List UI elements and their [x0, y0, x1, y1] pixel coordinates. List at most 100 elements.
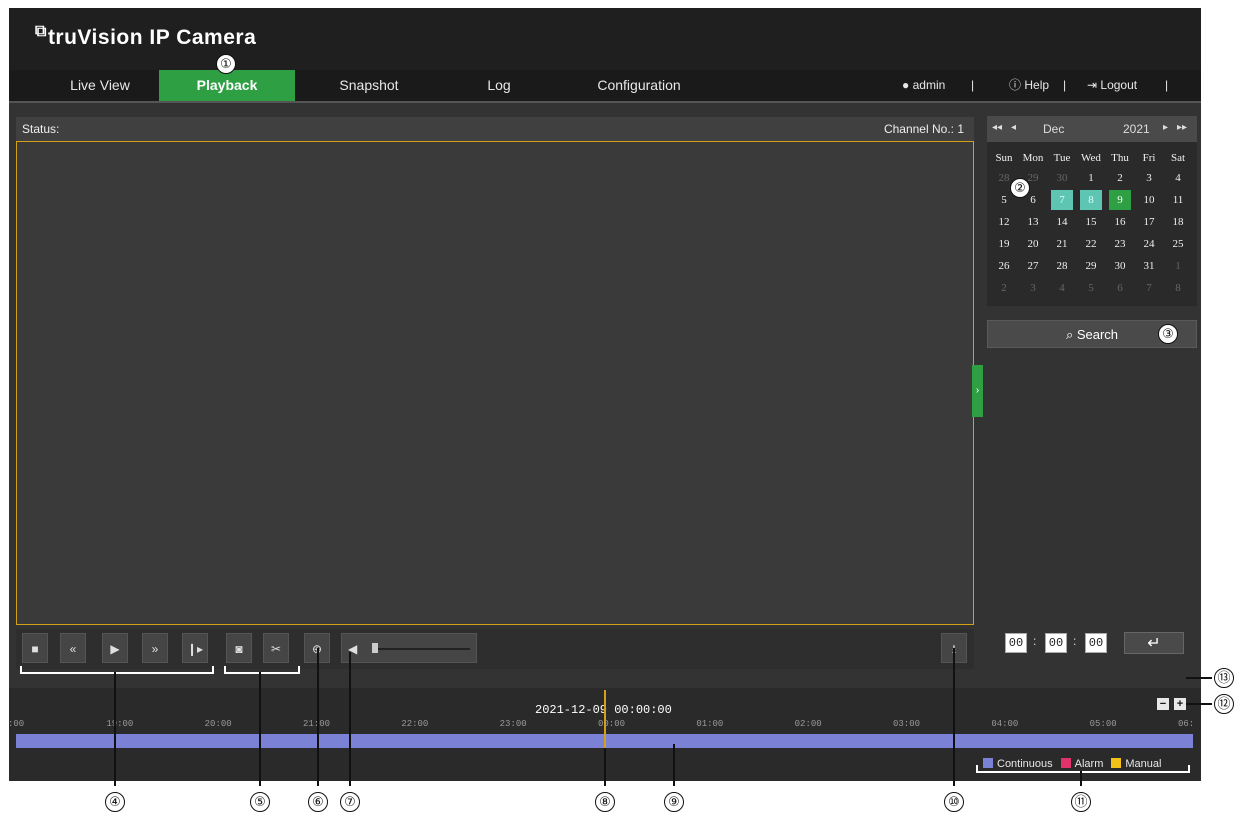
tab-snapshot[interactable]: Snapshot: [301, 70, 437, 101]
single-frame-button[interactable]: ❙▸: [182, 633, 208, 663]
calendar-day[interactable]: 9: [1109, 190, 1131, 210]
leader-line: [1186, 703, 1212, 705]
tab-live-view[interactable]: Live View: [31, 70, 169, 101]
calendar-day[interactable]: 3: [1138, 168, 1160, 188]
user-name: admin: [912, 78, 946, 92]
calendar-day[interactable]: 1: [1167, 256, 1189, 276]
app-title: IP Camera: [149, 26, 257, 49]
calendar-day[interactable]: 26: [993, 256, 1015, 276]
calendar-day[interactable]: 23: [1109, 234, 1131, 254]
callout-1: ①: [216, 54, 236, 74]
volume-control[interactable]: ◀: [341, 633, 477, 663]
minute-input[interactable]: 00: [1045, 633, 1067, 653]
calendar-day[interactable]: 7: [1138, 278, 1160, 298]
logo-icon: ⧉: [35, 23, 47, 40]
calendar-day[interactable]: 30: [1051, 168, 1073, 188]
time-colon: :: [1073, 634, 1077, 648]
nav-separator: |: [1063, 78, 1067, 92]
calendar-day[interactable]: 16: [1109, 212, 1131, 232]
calendar: ◂◂ ◂ Dec 2021 ▸ ▸▸ Sun Mon Tue Wed Thu Fri Sat…: [987, 116, 1197, 306]
calendar-dow: Mon: [1022, 152, 1044, 164]
nav-separator: |: [971, 78, 975, 92]
capture-icon[interactable]: ◙: [226, 633, 252, 663]
calendar-day[interactable]: 28: [1051, 256, 1073, 276]
callout-3: ③: [1158, 324, 1178, 344]
callout-6: ⑥: [308, 792, 328, 812]
callout-11: ⑪: [1071, 792, 1091, 812]
goto-time-button[interactable]: ↵: [1124, 632, 1184, 654]
calendar-day[interactable]: 15: [1080, 212, 1102, 232]
callout-12: ⑫: [1214, 694, 1234, 714]
calendar-day[interactable]: 18: [1167, 212, 1189, 232]
calendar-day[interactable]: 29: [1080, 256, 1102, 276]
prev-month-icon[interactable]: ◂: [1011, 122, 1016, 133]
logo: ⧉truVision IP Camera: [35, 23, 257, 50]
calendar-day[interactable]: 2: [993, 278, 1015, 298]
collapse-panel-handle[interactable]: ›: [972, 365, 983, 417]
timeline-tick: :00: [8, 719, 25, 729]
calendar-day[interactable]: 10: [1138, 190, 1160, 210]
calendar-day[interactable]: 24: [1138, 234, 1160, 254]
volume-slider-thumb[interactable]: [372, 643, 378, 653]
tab-configuration[interactable]: Configuration: [569, 70, 709, 101]
bracket-capture-tools: [224, 666, 300, 674]
status-label: Status:: [22, 122, 60, 136]
calendar-day[interactable]: 13: [1022, 212, 1044, 232]
calendar-day[interactable]: 21: [1051, 234, 1073, 254]
callout-13: ⑬: [1214, 668, 1234, 688]
user-menu[interactable]: ● admin: [902, 70, 945, 101]
callout-10: ⑩: [944, 792, 964, 812]
calendar-day[interactable]: 14: [1051, 212, 1073, 232]
calendar-day[interactable]: 3: [1022, 278, 1044, 298]
calendar-day[interactable]: 7: [1051, 190, 1073, 210]
calendar-day[interactable]: 31: [1138, 256, 1160, 276]
leader-line: [1080, 771, 1082, 786]
leader-line: [259, 672, 261, 786]
timeline-cursor[interactable]: [604, 690, 606, 748]
calendar-day[interactable]: 12: [993, 212, 1015, 232]
calendar-day[interactable]: 30: [1109, 256, 1131, 276]
calendar-day[interactable]: 19: [993, 234, 1015, 254]
calendar-day[interactable]: 27: [1022, 256, 1044, 276]
calendar-day[interactable]: 4: [1167, 168, 1189, 188]
leader-line: [114, 672, 116, 786]
search-icon: ⌕: [1065, 327, 1074, 342]
second-input[interactable]: 00: [1085, 633, 1107, 653]
calendar-day[interactable]: 5: [1080, 278, 1102, 298]
calendar-dow: Tue: [1053, 152, 1071, 164]
callout-4: ④: [105, 792, 125, 812]
callout-8: ⑧: [595, 792, 615, 812]
calendar-day[interactable]: 8: [1080, 190, 1102, 210]
user-icon: ●: [902, 78, 910, 92]
next-year-icon[interactable]: ▸▸: [1177, 122, 1187, 133]
logout-link[interactable]: ⇥ Logout: [1087, 70, 1137, 101]
rewind-button[interactable]: «: [60, 633, 86, 663]
calendar-dow: Thu: [1111, 152, 1129, 164]
next-month-icon[interactable]: ▸: [1163, 122, 1168, 133]
fast-forward-button[interactable]: »: [142, 633, 168, 663]
zoom-in-icon[interactable]: +: [1174, 698, 1186, 710]
calendar-dow: Sat: [1170, 152, 1186, 164]
help-link[interactable]: ⓘ Help: [1009, 70, 1049, 101]
enter-icon: ↵: [1147, 635, 1161, 652]
stop-button[interactable]: ■: [22, 633, 48, 663]
hour-input[interactable]: 00: [1005, 633, 1027, 653]
video-viewport[interactable]: [16, 141, 974, 625]
play-button[interactable]: ▶: [102, 633, 128, 663]
tab-log[interactable]: Log: [439, 70, 559, 101]
calendar-day[interactable]: 25: [1167, 234, 1189, 254]
calendar-day[interactable]: 1: [1080, 168, 1102, 188]
calendar-header: ◂◂ ◂ Dec 2021 ▸ ▸▸: [987, 116, 1197, 142]
clip-scissors-icon[interactable]: ✂: [263, 633, 289, 663]
calendar-day[interactable]: 20: [1022, 234, 1044, 254]
calendar-day[interactable]: 22: [1080, 234, 1102, 254]
calendar-day[interactable]: 11: [1167, 190, 1189, 210]
prev-year-icon[interactable]: ◂◂: [992, 122, 1002, 133]
calendar-day[interactable]: 6: [1109, 278, 1131, 298]
leader-line: [604, 748, 606, 786]
zoom-out-icon[interactable]: −: [1157, 698, 1169, 710]
calendar-day[interactable]: 8: [1167, 278, 1189, 298]
calendar-day[interactable]: 2: [1109, 168, 1131, 188]
calendar-day[interactable]: 4: [1051, 278, 1073, 298]
calendar-day[interactable]: 17: [1138, 212, 1160, 232]
